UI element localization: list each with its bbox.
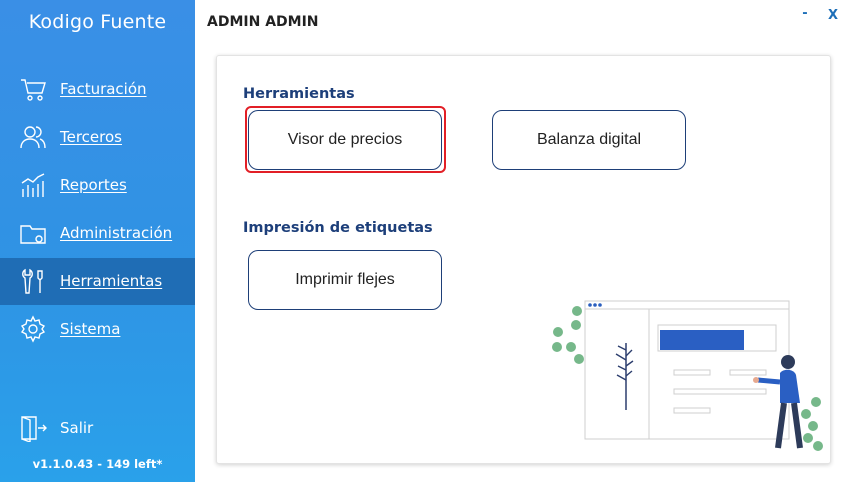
sidebar-item-label: Administración	[60, 224, 173, 242]
sidebar-item-label: Terceros	[60, 128, 122, 146]
sidebar-item-herramientas[interactable]: Herramientas	[0, 258, 195, 305]
sidebar-item-label: Salir	[60, 419, 94, 437]
sidebar-item-salir[interactable]: Salir	[0, 405, 195, 452]
dashboard-illustration	[552, 300, 823, 451]
sidebar-item-label: Herramientas	[60, 272, 163, 290]
sidebar-item-facturacion[interactable]: Facturación	[0, 66, 195, 113]
balanza-digital-button[interactable]: Balanza digital	[492, 110, 686, 170]
close-button[interactable]: X	[825, 8, 841, 24]
tools-icon	[22, 268, 43, 294]
chart-icon	[21, 173, 45, 197]
cart-icon	[21, 79, 46, 101]
visor-de-precios-button[interactable]: Visor de precios	[248, 110, 442, 170]
sidebar-item-label: Reportes	[60, 176, 127, 194]
sidebar: Kodigo Fuente Facturación Terceros Repor…	[0, 0, 195, 482]
users-icon	[20, 126, 46, 149]
minimize-button[interactable]: -	[797, 6, 813, 22]
gear-icon	[20, 315, 46, 343]
exit-door-icon	[21, 416, 47, 442]
sidebar-item-administracion[interactable]: Administración	[0, 210, 195, 257]
page-title: ADMIN ADMIN	[207, 14, 319, 30]
section-title-etiquetas: Impresión de etiquetas	[243, 220, 433, 236]
imprimir-flejes-button[interactable]: Imprimir flejes	[248, 250, 442, 310]
version-text: v1.1.0.43 - 149 left*	[32, 457, 163, 471]
folder-icon	[20, 225, 46, 244]
sidebar-item-label: Sistema	[60, 320, 121, 338]
sidebar-item-label: Facturación	[60, 80, 147, 98]
sidebar-item-terceros[interactable]: Terceros	[0, 114, 195, 161]
section-title-herramientas: Herramientas	[243, 86, 355, 102]
sidebar-item-sistema[interactable]: Sistema	[0, 306, 195, 353]
app-brand: Kodigo Fuente	[28, 11, 167, 33]
sidebar-item-reportes[interactable]: Reportes	[0, 162, 195, 209]
